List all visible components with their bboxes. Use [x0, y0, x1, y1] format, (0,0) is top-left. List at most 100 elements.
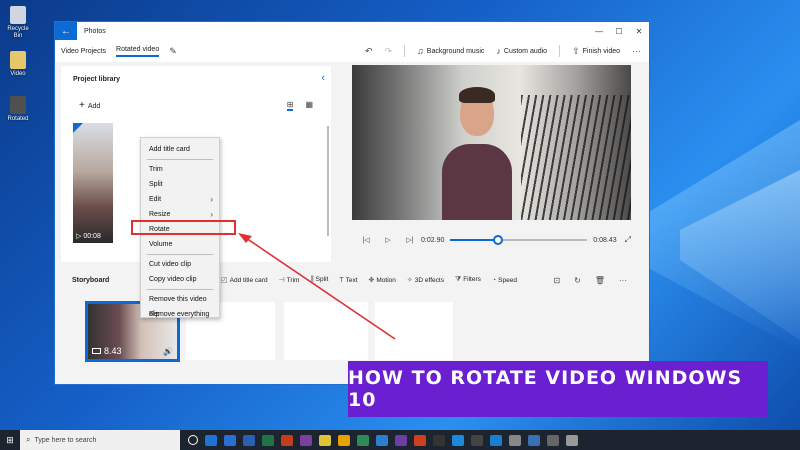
- music-note-icon: ♫: [417, 46, 424, 56]
- project-library-title: Project library: [73, 76, 121, 83]
- crop-icon[interactable]: ⊡: [553, 276, 560, 285]
- selected-check-icon: [73, 123, 83, 133]
- storyboard-empty-slot[interactable]: [284, 302, 368, 360]
- storyboard-tool-3d-effects[interactable]: ✧ 3D effects: [407, 276, 444, 284]
- taskbar-app-icon[interactable]: [376, 434, 388, 446]
- storyboard-tool-motion[interactable]: ✥ Motion: [369, 276, 396, 284]
- background-music-button[interactable]: ♫ Background music: [417, 46, 484, 56]
- storyboard-tool-trim[interactable]: ⊣ Trim: [279, 276, 300, 284]
- maximize-icon[interactable]: ☐: [609, 27, 629, 36]
- current-time: 0:02.90: [421, 236, 445, 244]
- storyboard-tool-split[interactable]: ⫼ Split: [310, 276, 328, 284]
- finish-video-button[interactable]: ⇧ Finish video: [572, 46, 620, 57]
- rotate-icon[interactable]: ↻: [574, 276, 581, 285]
- taskbar-app-icon[interactable]: [262, 434, 274, 446]
- taskbar-app-icon[interactable]: [528, 434, 540, 446]
- project-toolbar: Video Projects Rotated video ✎ ↶ ↷ ♫ Back…: [55, 40, 649, 62]
- taskbar-app-icon[interactable]: [547, 434, 559, 446]
- desktop-icon-label: Recycle Bin: [7, 26, 29, 39]
- taskbar-app-icon[interactable]: [414, 434, 426, 446]
- fullscreen-icon[interactable]: ⤢: [625, 235, 631, 245]
- taskbar-app-icon[interactable]: [300, 434, 312, 446]
- menu-item-remove-this-video-clip[interactable]: Remove this video clip: [141, 292, 219, 318]
- storyboard-tool-add-title-card[interactable]: ◰ Add title card: [221, 276, 268, 284]
- plus-icon: +: [79, 100, 85, 111]
- menu-item-edit[interactable]: Edit ›: [141, 192, 219, 207]
- clip-duration: 8.43: [92, 346, 122, 356]
- library-video-thumbnail[interactable]: ▷ 00:08: [73, 123, 113, 243]
- breadcrumb-project-name[interactable]: Rotated video: [116, 46, 160, 57]
- motion-icon: ✥: [368, 277, 375, 284]
- minimize-icon[interactable]: —: [589, 27, 609, 36]
- taskbar-search-box[interactable]: ⌕ Type here to search: [20, 430, 180, 450]
- breadcrumb-video-projects[interactable]: Video Projects: [61, 48, 106, 55]
- taskbar-app-icon[interactable]: [566, 434, 578, 446]
- menu-item-trim[interactable]: Trim: [141, 162, 219, 177]
- 3d-effects-icon: ✧: [406, 277, 413, 284]
- search-icon: ⌕: [26, 435, 31, 444]
- video-preview[interactable]: [352, 65, 631, 220]
- taskbar-app-icon[interactable]: [452, 434, 464, 446]
- storyboard-title: Storyboard: [72, 276, 110, 284]
- more-options-icon[interactable]: ···: [632, 46, 641, 56]
- menu-item-copy-video-clip[interactable]: Copy video clip: [141, 272, 219, 287]
- add-media-button[interactable]: + Add: [79, 100, 100, 111]
- title-bar: ← Photos — ☐ ✕: [55, 22, 649, 40]
- storyboard-tool-filters[interactable]: ⧩ Filters: [455, 276, 481, 284]
- previous-frame-icon[interactable]: |◁: [355, 236, 377, 244]
- taskbar-app-icon[interactable]: [205, 434, 217, 446]
- menu-item-cut-video-clip[interactable]: Cut video clip: [141, 257, 219, 272]
- taskbar-app-icon[interactable]: [319, 434, 331, 446]
- seek-slider[interactable]: [450, 235, 588, 245]
- speed-icon: ◔: [491, 276, 497, 284]
- taskbar-app-icon[interactable]: [338, 434, 350, 446]
- presenter: [442, 87, 512, 220]
- desktop-icon-label: Video: [10, 71, 26, 77]
- grid-view-small-icon[interactable]: ▦: [305, 100, 313, 111]
- storyboard-empty-slot[interactable]: [375, 302, 453, 360]
- taskbar-app-icon[interactable]: [509, 434, 521, 446]
- taskbar-app-icon[interactable]: [281, 434, 293, 446]
- filters-icon: ⧩: [454, 276, 462, 283]
- taskbar-app-icon[interactable]: [357, 434, 369, 446]
- more-options-icon[interactable]: ···: [619, 276, 627, 285]
- taskbar-app-icon[interactable]: [490, 434, 502, 446]
- taskbar-app-icon[interactable]: [224, 434, 236, 446]
- rename-pencil-icon[interactable]: ✎: [169, 46, 177, 57]
- file-icon: [10, 51, 26, 69]
- collapse-chevron-icon[interactable]: ‹: [321, 72, 325, 84]
- volume-icon[interactable]: 🔊: [163, 347, 173, 356]
- rotate-highlight-box: [131, 220, 236, 235]
- storyboard-tool-text[interactable]: T Text: [339, 277, 357, 284]
- desktop-icon[interactable]: Rotated: [4, 96, 32, 123]
- delete-icon[interactable]: 🗑: [595, 276, 605, 285]
- library-scrollbar[interactable]: [327, 126, 329, 236]
- add-title-card-icon: ◰: [221, 277, 228, 284]
- menu-item-volume[interactable]: Volume: [141, 237, 219, 252]
- taskbar-app-icon[interactable]: [433, 434, 445, 446]
- menu-item-add-title-card[interactable]: Add title card: [141, 142, 219, 157]
- back-button[interactable]: ←: [55, 22, 77, 40]
- windows-start-icon[interactable]: ⊞: [0, 435, 20, 446]
- close-icon[interactable]: ✕: [629, 27, 649, 36]
- custom-audio-button[interactable]: ♪ Custom audio: [496, 46, 547, 56]
- taskbar-app-icon[interactable]: [395, 434, 407, 446]
- cortana-icon[interactable]: [188, 435, 198, 445]
- redo-icon[interactable]: ↷: [385, 46, 393, 57]
- export-icon: ⇧: [572, 45, 580, 56]
- menu-item-remove-everything[interactable]: Remove everything: [141, 307, 219, 322]
- audio-icon: ♪: [496, 46, 501, 56]
- text-icon: T: [339, 276, 344, 284]
- taskbar-app-icon[interactable]: [471, 434, 483, 446]
- play-icon[interactable]: ▷: [377, 236, 399, 244]
- grid-view-large-icon[interactable]: ⊞: [286, 100, 294, 111]
- taskbar-app-icon[interactable]: [243, 434, 255, 446]
- desktop-icon[interactable]: Video: [4, 51, 32, 78]
- menu-separator: [147, 289, 213, 290]
- desktop-icon[interactable]: Recycle Bin: [4, 6, 32, 40]
- storyboard-tool-speed[interactable]: ◔ Speed: [492, 277, 517, 284]
- menu-item-split[interactable]: Split: [141, 177, 219, 192]
- next-frame-icon[interactable]: ▷|: [399, 236, 421, 244]
- seek-handle[interactable]: [493, 235, 504, 245]
- undo-icon[interactable]: ↶: [365, 46, 373, 57]
